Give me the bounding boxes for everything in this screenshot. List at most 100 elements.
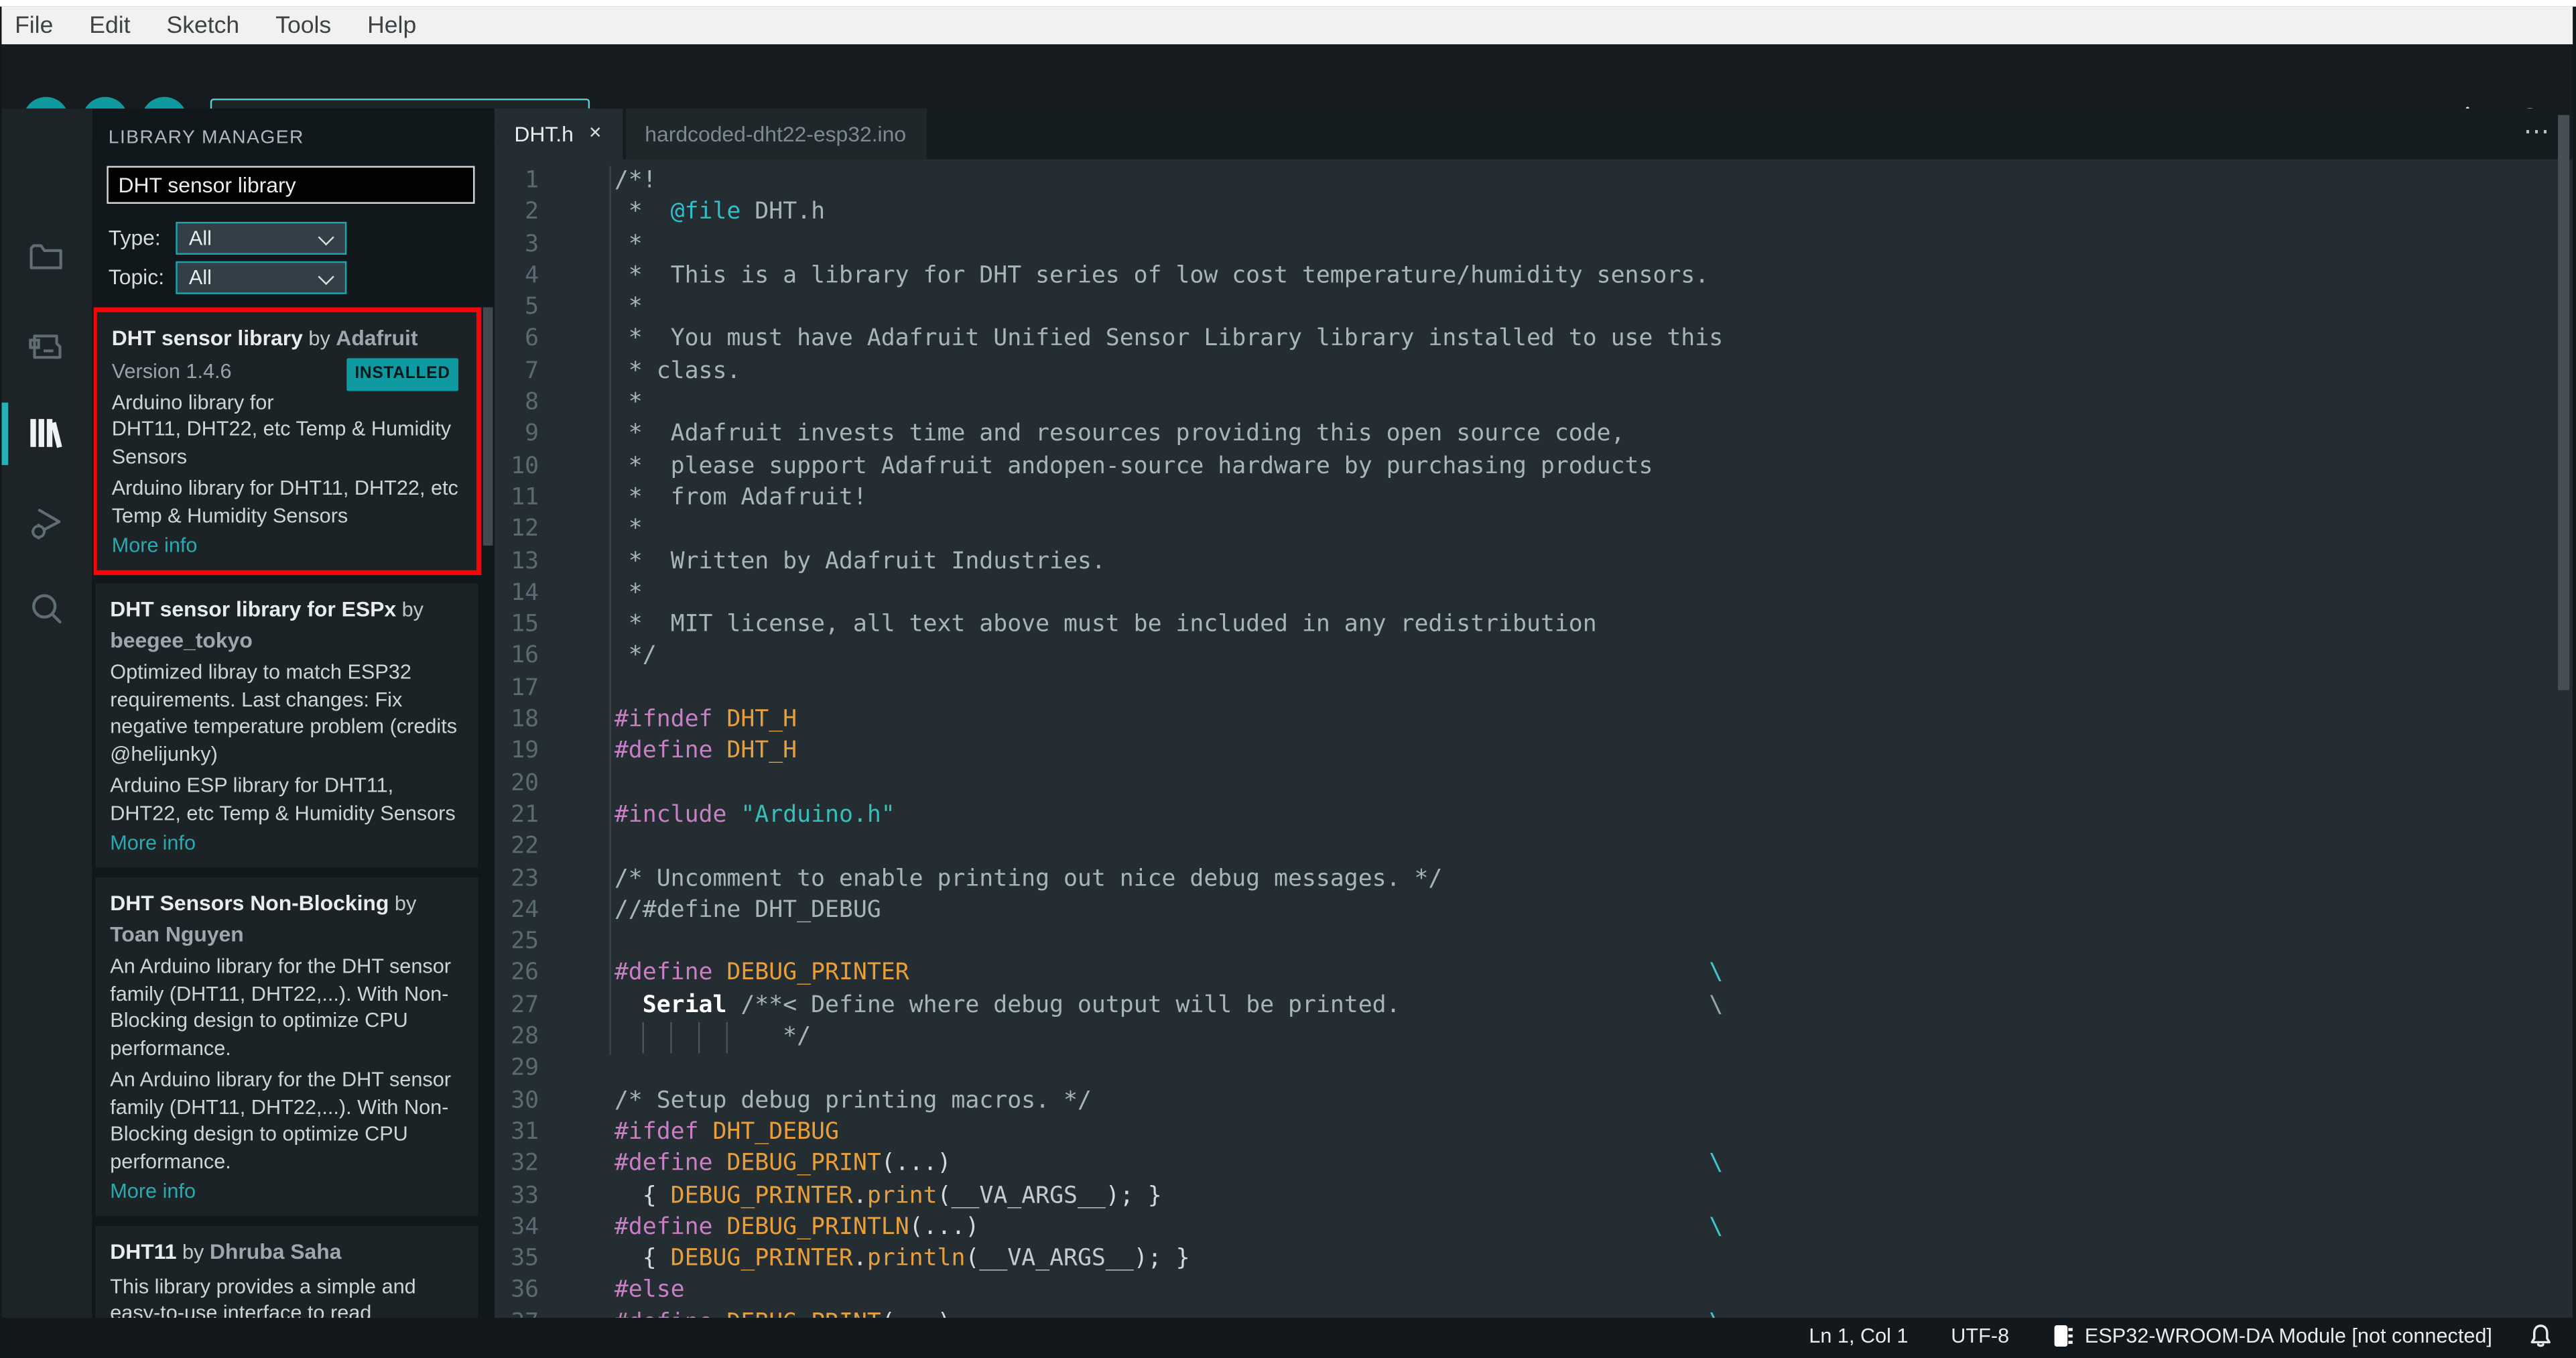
code-line[interactable]: 32 #define DEBUG_PRINT(...) \ [495, 1149, 2573, 1180]
encoding-indicator[interactable]: UTF-8 [1951, 1325, 2009, 1348]
more-info-link[interactable]: More info [110, 1180, 463, 1202]
code-line[interactable]: 25 [495, 927, 2573, 959]
token: { [614, 1245, 671, 1272]
search-icon [26, 594, 66, 636]
code-line[interactable]: 24 //#define DHT_DEBUG [495, 896, 2573, 927]
topic-filter-select[interactable]: All [176, 261, 347, 294]
version-row: INSTALLED Version 1.4.6 [112, 357, 462, 391]
line-number: 33 [511, 1182, 539, 1209]
code-line[interactable]: 4 * This is a library for DHT series of … [495, 261, 2573, 293]
code-line[interactable]: 16 */ [495, 641, 2573, 673]
code-line[interactable]: 13 * Written by Adafruit Industries. [495, 546, 2573, 578]
sidebar-item-boards-manager[interactable] [26, 327, 66, 367]
type-filter-value: All [188, 227, 212, 250]
library-description: Arduino library for DHT11, DHT22, etc Te… [111, 390, 452, 468]
code-line[interactable]: 15 * MIT license, all text above must be… [495, 610, 2573, 641]
code-line[interactable]: 23 /* Uncomment to enable printing out ni… [495, 863, 2573, 895]
code-line[interactable]: 1 /*! [495, 166, 2573, 198]
close-icon[interactable]: ✕ [588, 125, 602, 143]
code-text: #else [615, 1278, 685, 1304]
code-line[interactable]: 22 [495, 832, 2573, 863]
tab-sketch-ino[interactable]: hardcoded-dht22-esp32.ino [625, 108, 926, 160]
code-line[interactable]: 7 * class. [495, 356, 2573, 387]
code-line[interactable]: 30 /* Setup debug printing macros. */ [495, 1086, 2573, 1117]
code-line[interactable]: 36 #else [495, 1276, 2573, 1307]
code-line[interactable]: 34 #define DEBUG_PRINTLN(...) \ [495, 1213, 2573, 1244]
board-status[interactable]: ESP32-WROOM-DA Module [not connected] [2052, 1323, 2492, 1349]
code-text: * class. [614, 357, 741, 385]
code-line[interactable]: 2 * @file DHT.h [495, 198, 2573, 229]
token: #include [614, 802, 727, 828]
code-line[interactable]: 10 * please support Adafruit andopen-sou… [495, 451, 2573, 483]
tab-label: hardcoded-dht22-esp32.ino [645, 121, 907, 147]
code-line[interactable]: 12 * [495, 515, 2573, 546]
token: println [866, 1245, 966, 1272]
menu-item-tools[interactable]: Tools [257, 12, 349, 38]
code-line[interactable]: 28 */ [495, 1022, 2573, 1054]
editor-scrollbar[interactable] [2558, 115, 2570, 690]
bell-icon[interactable] [2528, 1323, 2553, 1349]
token: * class. [614, 357, 741, 385]
code-line[interactable]: 11 * from Adafruit! [495, 483, 2573, 515]
token: #define [614, 738, 713, 765]
token: #define [614, 960, 713, 987]
code-line[interactable]: 29 [495, 1054, 2573, 1085]
sidebar-item-sketchbook[interactable] [26, 237, 66, 276]
more-info-link[interactable]: More info [110, 831, 463, 854]
code-line[interactable]: 31 #ifdef DHT_DEBUG [495, 1117, 2573, 1149]
by-label: by [396, 598, 424, 621]
library-entry[interactable]: DHT Sensors Non-Blocking by Toan Nguyen A… [95, 877, 478, 1217]
token: __VA_ARGS__ [951, 1182, 1106, 1209]
code-line[interactable]: 20 [495, 768, 2573, 800]
library-name: DHT11 [110, 1239, 177, 1264]
code-line[interactable]: 14 * [495, 578, 2573, 610]
library-entry[interactable]: DHT11 by Dhruba Saha This library provide… [95, 1225, 478, 1318]
line-number: 21 [511, 802, 539, 828]
sidebar-item-search[interactable] [26, 590, 66, 629]
library-entry[interactable]: DHT sensor library by Adafruit INSTALLED V… [93, 307, 482, 576]
code-line[interactable]: 37 #define DEBUG_PRINT(...) \ [495, 1308, 2573, 1318]
code-line[interactable]: 8 * [495, 388, 2573, 420]
type-filter-select[interactable]: All [176, 221, 347, 255]
code-text: #ifdef DHT_DEBUG [615, 1119, 839, 1145]
code-area[interactable]: 1/*! 2 * @file DHT.h 3 * 4 * This is a libr… [495, 160, 2573, 1318]
code-line[interactable]: 18 #ifndef DHT_H [495, 705, 2573, 737]
menu-item-file[interactable]: File [11, 12, 71, 38]
code-line[interactable]: 35 { DEBUG_PRINTER.println(__VA_ARGS__);… [495, 1244, 2573, 1276]
code-text: #define DEBUG_PRINTER \ [615, 961, 1723, 987]
boards-manager-icon [26, 334, 66, 373]
library-entry[interactable]: DHT sensor library for ESPx by beegee_to… [95, 583, 478, 868]
sidebar-item-library-manager[interactable] [26, 412, 66, 452]
code-line[interactable]: 33 { DEBUG_PRINTER.print(__VA_ARGS__); } [495, 1180, 2573, 1212]
panel-scrollbar[interactable] [482, 307, 493, 546]
sidebar-item-debug[interactable] [26, 505, 66, 544]
code-line[interactable]: 17 [495, 674, 2573, 705]
more-actions-icon[interactable]: ⋯ [2524, 115, 2550, 148]
line-number: 37 [495, 1308, 539, 1318]
cursor-position[interactable]: Ln 1, Col 1 [1809, 1325, 1908, 1348]
token: * from Adafruit! [614, 485, 867, 511]
menu-item-help[interactable]: Help [349, 12, 434, 38]
token: #define [615, 1309, 713, 1318]
code-line[interactable]: 9 * Adafruit invests time and resources … [495, 420, 2573, 451]
code-line[interactable]: 21 #include "Arduino.h" [495, 800, 2573, 832]
library-search-input[interactable] [107, 166, 475, 204]
code-line[interactable]: 6 * You must have Adafruit Unified Senso… [495, 324, 2573, 356]
indent-guide [642, 1022, 645, 1054]
code-line[interactable]: 26 #define DEBUG_PRINTER \ [495, 959, 2573, 990]
more-info-link[interactable]: More info [112, 534, 462, 557]
code-text: * You must have Adafruit Unified Sensor … [615, 326, 1723, 353]
menu-item-sketch[interactable]: Sketch [149, 12, 258, 38]
line-number: 3 [525, 231, 539, 257]
menu-item-edit[interactable]: Edit [71, 12, 148, 38]
tab-dht-h[interactable]: DHT.h ✕ [494, 108, 622, 160]
token: DEBUG_PRINTER [670, 1245, 853, 1272]
token: DHT_H [726, 706, 797, 733]
code-line[interactable]: 5 * [495, 293, 2573, 324]
library-description: This library provides a simple and easy-… [110, 1274, 416, 1318]
code-line[interactable]: 27 Serial /**< Define where debug output… [495, 991, 2573, 1022]
code-line[interactable]: 3 * [495, 229, 2573, 261]
code-line[interactable]: 19 #define DHT_H [495, 737, 2573, 768]
